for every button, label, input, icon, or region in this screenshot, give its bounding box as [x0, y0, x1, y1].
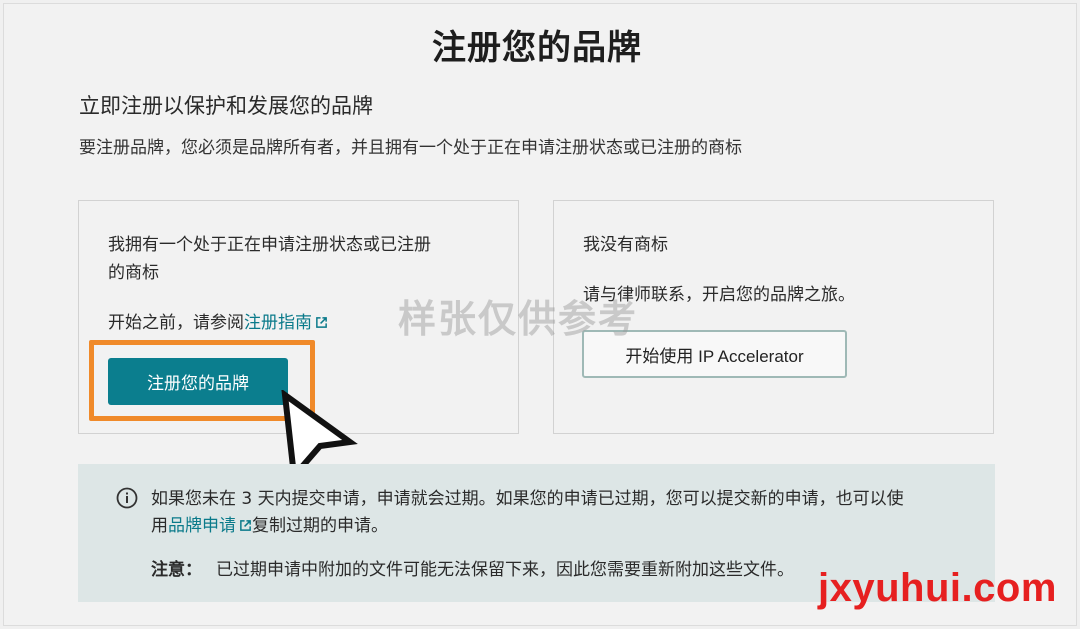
registration-guide-link[interactable]: 注册指南	[244, 313, 328, 333]
external-link-icon	[240, 520, 251, 531]
external-link-icon	[316, 317, 327, 328]
brand-application-link[interactable]: 品牌申请	[168, 516, 252, 536]
note-label: 注意：	[151, 560, 202, 580]
alert-note: 注意： 已过期申请中附加的文件可能无法保留下来，因此您需要重新附加这些文件。	[151, 555, 794, 580]
note-text: 已过期申请中附加的文件可能无法保留下来，因此您需要重新附加这些文件。	[216, 560, 794, 580]
info-icon	[116, 487, 138, 509]
guide-prefix: 开始之前，请参阅	[108, 313, 244, 333]
owner-card-heading-line1: 我拥有一个处于正在申请注册状态或已注册	[108, 235, 431, 255]
site-watermark: jxyuhui.com	[818, 566, 1057, 610]
watermark: 样张仅供参考	[398, 297, 639, 341]
alert-line2: 用品牌申请 复制过期的申请。	[151, 516, 388, 536]
owner-card-heading: 我拥有一个处于正在申请注册状态或已注册 的商标	[108, 231, 431, 287]
guide-line: 开始之前，请参阅注册指南	[108, 309, 328, 337]
page-subtitle: 立即注册以保护和发展您的品牌	[79, 94, 373, 118]
page-description: 要注册品牌，您必须是品牌所有者，并且拥有一个处于正在申请注册状态或已注册的商标	[79, 138, 742, 158]
register-brand-button[interactable]: 注册您的品牌	[108, 358, 288, 405]
alert-text: 如果您未在 3 天内提交申请，申请就会过期。如果您的申请已过期，您可以提交新的申…	[151, 486, 981, 540]
owner-card-heading-line2: 的商标	[108, 263, 159, 283]
alert-line1: 如果您未在 3 天内提交申请，申请就会过期。如果您的申请已过期，您可以提交新的申…	[151, 489, 904, 509]
no-trademark-heading: 我没有商标	[583, 235, 668, 255]
page-title: 注册您的品牌	[432, 28, 642, 68]
